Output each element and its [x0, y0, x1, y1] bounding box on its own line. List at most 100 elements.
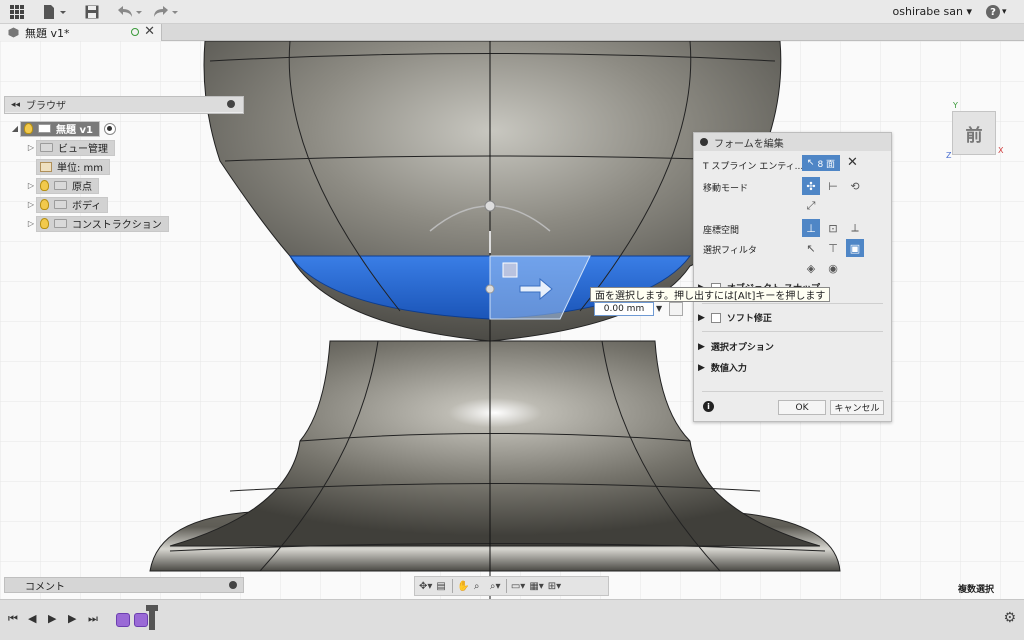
save-icon[interactable]: [84, 4, 100, 20]
help-button[interactable]: ? ▾: [986, 4, 1012, 20]
coordinate-space-label: 座標空間: [703, 226, 740, 236]
translate-icon[interactable]: ⊢: [824, 177, 842, 195]
expand-icon[interactable]: ▷: [26, 200, 36, 209]
cancel-button-label: キャンセル: [834, 404, 880, 414]
dialog-title: フォームを編集: [714, 138, 784, 150]
multi-transform-icon[interactable]: ✣: [802, 177, 820, 195]
rotate-handle[interactable]: [484, 200, 496, 212]
vertex-filter-icon[interactable]: ↖: [802, 239, 820, 257]
chevron-down-icon: ▾: [966, 5, 972, 18]
viewcube[interactable]: 前: [952, 111, 996, 155]
tree-node-box[interactable]: 無題 v1: [20, 120, 100, 137]
face-filter-icon[interactable]: ▣: [846, 239, 864, 257]
activate-radio[interactable]: [103, 122, 116, 135]
transform-mode-label: 移動モード: [703, 184, 749, 194]
view-space-icon[interactable]: ⊡: [824, 219, 842, 237]
tree-node-box[interactable]: ビュー管理: [36, 139, 115, 156]
numeric-input-label: 数値入力: [710, 364, 747, 374]
collapse-icon[interactable]: ◂◂: [11, 100, 20, 110]
orbit-icon[interactable]: ✥▾: [419, 579, 432, 593]
cancel-button[interactable]: キャンセル: [830, 400, 884, 415]
pin-icon[interactable]: [229, 581, 237, 589]
world-space-icon[interactable]: ⊥: [802, 219, 820, 237]
multi-select-label: 複数選択: [958, 585, 995, 595]
visibility-bulb-icon[interactable]: [40, 180, 49, 191]
application-bar: oshirabe san ▾ ? ▾: [0, 0, 1024, 24]
folder-icon: [54, 219, 67, 228]
tree-node-construction[interactable]: ▷ コンストラクション: [10, 215, 250, 232]
tree-node-box[interactable]: コンストラクション: [36, 215, 169, 232]
tree-node-label: 単位: mm: [57, 163, 104, 174]
tree-node-root[interactable]: ◢ 無題 v1: [10, 120, 250, 137]
user-name: oshirabe san: [892, 5, 963, 18]
dialog-header[interactable]: フォームを編集: [694, 133, 891, 151]
tree-node-box[interactable]: ボディ: [36, 196, 109, 213]
timeline-feature-form[interactable]: [116, 613, 130, 627]
tree-node-units[interactable]: 単位: mm: [10, 158, 250, 175]
expand-icon[interactable]: ▷: [26, 219, 36, 228]
display-settings-icon[interactable]: ▭▾: [511, 579, 525, 593]
look-at-icon[interactable]: ▤: [436, 579, 448, 593]
step-back-icon[interactable]: ◀: [28, 612, 36, 625]
tree-node-box[interactable]: 原点: [36, 177, 99, 194]
tree-node-label: コンストラクション: [72, 220, 162, 231]
selection-count: 8 面: [817, 159, 836, 170]
soft-modification-group[interactable]: ▶ ソフト修正: [694, 311, 893, 324]
comment-panel[interactable]: コメント: [4, 577, 244, 593]
tree-node-origin[interactable]: ▷ 原点: [10, 177, 250, 194]
zoom-window-icon[interactable]: ⌕▾: [490, 579, 502, 593]
scale-icon[interactable]: ⤢: [802, 197, 820, 215]
undo-icon[interactable]: [116, 4, 144, 20]
grid-settings-icon[interactable]: ▦▾: [529, 579, 543, 593]
browser-header[interactable]: ◂◂ ブラウザ: [5, 97, 243, 112]
grid-icon[interactable]: [10, 4, 24, 20]
timeline-marker[interactable]: [146, 605, 158, 630]
info-icon[interactable]: i: [703, 401, 714, 412]
all-filter-icon[interactable]: ◉: [824, 259, 842, 277]
local-space-icon[interactable]: ⟂: [846, 219, 864, 237]
body-filter-icon[interactable]: ◈: [802, 259, 820, 277]
zoom-icon[interactable]: ⌕: [474, 579, 486, 593]
redo-icon[interactable]: [152, 4, 180, 20]
tree-node-bodies[interactable]: ▷ ボディ: [10, 196, 250, 213]
edge-filter-icon[interactable]: ⊤: [824, 239, 842, 257]
numeric-input-group[interactable]: ▶ 数値入力: [694, 361, 893, 375]
go-to-start-icon[interactable]: ⏮: [8, 612, 18, 626]
gear-icon[interactable]: ⚙: [1003, 610, 1016, 626]
visibility-bulb-icon[interactable]: [24, 123, 33, 134]
expand-icon[interactable]: ▷: [26, 143, 36, 152]
collapse-icon[interactable]: [700, 138, 708, 146]
expand-icon[interactable]: ◢: [10, 124, 20, 133]
tree-node-box[interactable]: 単位: mm: [36, 158, 111, 175]
tree-node-label: 無題 v1: [56, 125, 93, 136]
selection-filter-label: 選択フィルタ: [703, 246, 757, 256]
timeline-feature-form[interactable]: [134, 613, 148, 627]
file-icon[interactable]: [42, 4, 68, 20]
expand-icon[interactable]: ▷: [26, 181, 36, 190]
document-icon: [38, 124, 51, 133]
pin-icon[interactable]: [227, 100, 235, 108]
user-menu[interactable]: oshirabe san ▾: [893, 5, 972, 18]
browser-panel: ◂◂ ブラウザ: [4, 96, 244, 114]
tree-node-view-management[interactable]: ▷ ビュー管理: [10, 139, 250, 156]
chevron-down-icon[interactable]: ▼: [656, 304, 662, 313]
selection-button[interactable]: ↖ 8 面: [802, 155, 840, 171]
selection-options-group[interactable]: ▶ 選択オプション: [694, 340, 893, 354]
folder-icon: [40, 143, 53, 152]
ok-button[interactable]: OK: [778, 400, 826, 415]
soft-modification-checkbox[interactable]: [710, 312, 721, 323]
pan-icon[interactable]: ✋: [457, 579, 469, 593]
play-icon[interactable]: ▶: [48, 612, 56, 625]
go-to-end-icon[interactable]: ⏭: [88, 612, 98, 626]
clear-selection-icon[interactable]: ✕: [847, 155, 858, 170]
close-icon[interactable]: ✕: [144, 24, 155, 39]
viewports-icon[interactable]: ⊞▾: [548, 579, 561, 593]
visibility-bulb-icon[interactable]: [40, 199, 49, 210]
document-tab[interactable]: 無題 v1* ✕: [0, 24, 162, 41]
visibility-bulb-icon[interactable]: [40, 218, 49, 229]
browser-tree: ◢ 無題 v1 ▷ ビュー管理 単位: mm ▷ 原点 ▷ ボディ ▷ コンスト…: [10, 120, 250, 234]
step-forward-icon[interactable]: ▶: [68, 612, 76, 625]
rotate-icon[interactable]: ⟲: [846, 177, 864, 195]
distance-input[interactable]: 0.00 mm: [594, 302, 654, 316]
expression-icon[interactable]: [669, 302, 683, 316]
